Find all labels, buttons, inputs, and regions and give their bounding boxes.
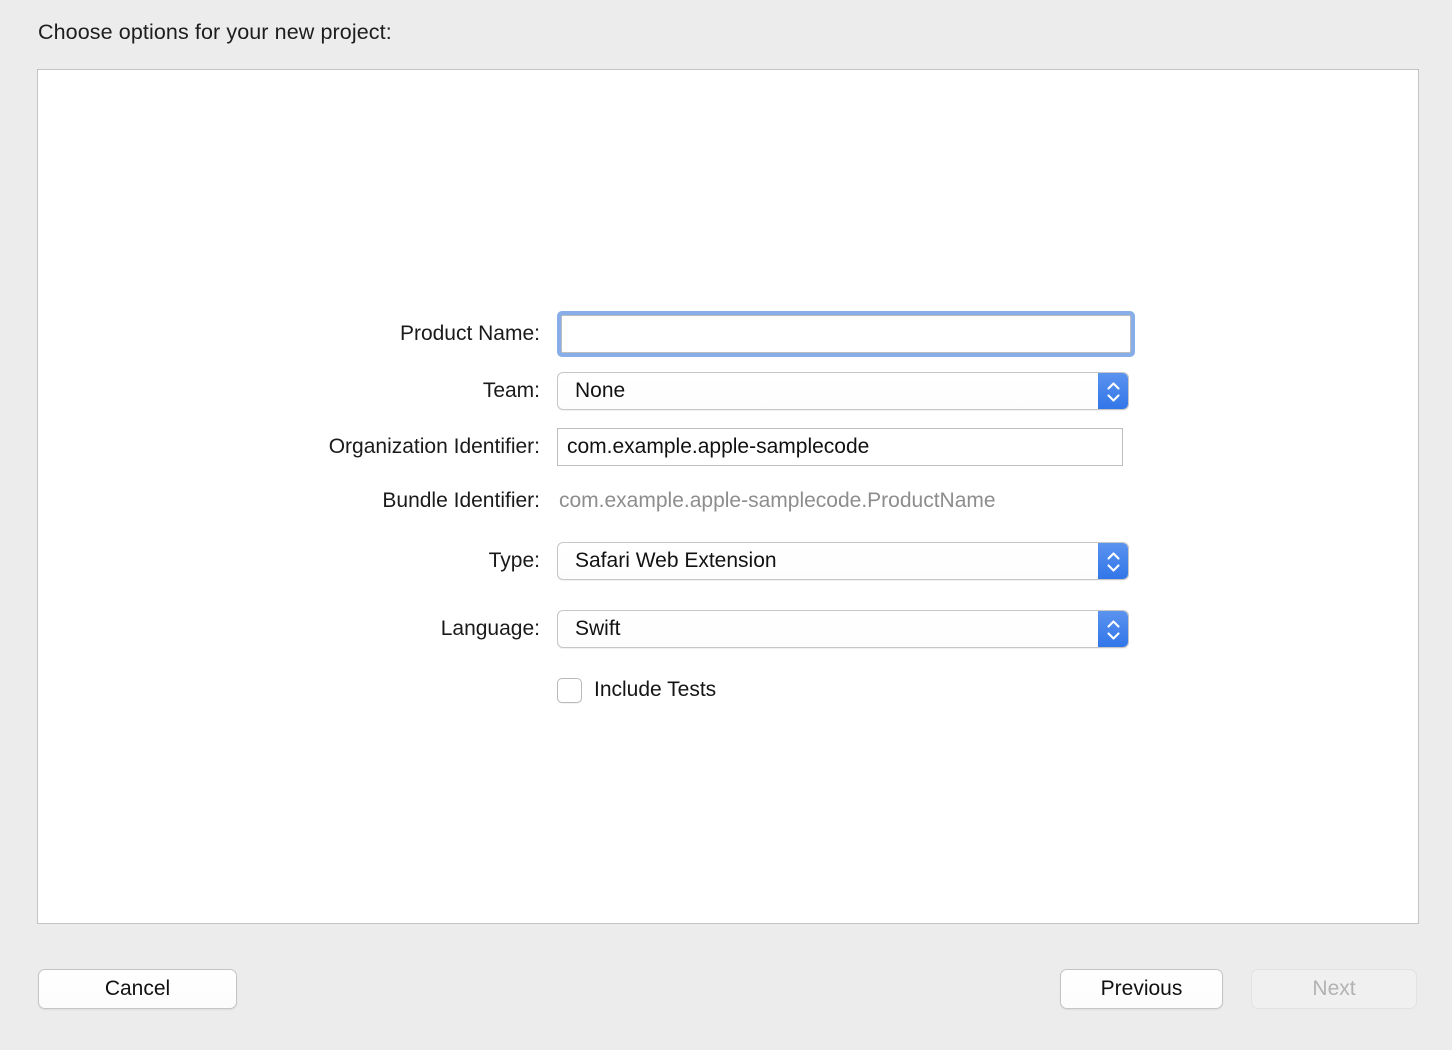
language-select-value: Swift [575, 617, 621, 641]
project-options-form: Product Name: Team: None [38, 70, 1420, 925]
cancel-button[interactable]: Cancel [38, 969, 237, 1009]
include-tests-control[interactable]: Include Tests [557, 678, 716, 703]
form-row-type: Type: Safari Web Extension [38, 538, 1420, 584]
chevron-up-down-icon[interactable] [1098, 611, 1128, 648]
bundle-identifier-value: com.example.apple-samplecode.ProductName [557, 489, 996, 513]
team-select[interactable]: None [557, 372, 1129, 410]
organization-identifier-value: com.example.apple-samplecode [567, 435, 869, 459]
form-row-include-tests: Include Tests [38, 674, 1420, 706]
product-name-input[interactable] [561, 315, 1131, 353]
form-row-product-name: Product Name: [38, 307, 1420, 361]
field-bundle-identifier: com.example.apple-samplecode.ProductName [557, 489, 996, 513]
field-type: Safari Web Extension [557, 542, 1129, 580]
chevron-up-down-icon[interactable] [1098, 373, 1128, 410]
language-select[interactable]: Swift [557, 610, 1129, 648]
type-select-value: Safari Web Extension [575, 549, 777, 573]
chevron-up-down-icon[interactable] [1098, 543, 1128, 580]
field-team: None [557, 372, 1129, 410]
type-select[interactable]: Safari Web Extension [557, 542, 1129, 580]
options-panel: Product Name: Team: None [37, 69, 1419, 924]
form-row-bundle-identifier: Bundle Identifier: com.example.apple-sam… [38, 482, 1420, 520]
organization-identifier-input[interactable]: com.example.apple-samplecode [557, 428, 1123, 466]
label-language: Language: [38, 617, 557, 641]
label-product-name: Product Name: [38, 322, 557, 346]
form-row-language: Language: Swift [38, 606, 1420, 652]
previous-button[interactable]: Previous [1060, 969, 1223, 1009]
product-name-focus-ring [557, 311, 1135, 357]
field-include-tests: Include Tests [557, 678, 716, 703]
label-team: Team: [38, 379, 557, 403]
include-tests-label: Include Tests [594, 678, 716, 702]
label-bundle-identifier: Bundle Identifier: [38, 489, 557, 513]
page-title: Choose options for your new project: [38, 20, 392, 45]
label-organization-identifier: Organization Identifier: [38, 435, 557, 459]
field-product-name [557, 311, 1135, 357]
team-select-value: None [575, 379, 625, 403]
label-type: Type: [38, 549, 557, 573]
next-button: Next [1251, 969, 1417, 1009]
field-organization-identifier: com.example.apple-samplecode [557, 428, 1123, 466]
field-language: Swift [557, 610, 1129, 648]
form-row-organization-identifier: Organization Identifier: com.example.app… [38, 426, 1420, 468]
include-tests-checkbox[interactable] [557, 678, 582, 703]
form-row-team: Team: None [38, 368, 1420, 414]
new-project-options-dialog: Choose options for your new project: Pro… [0, 0, 1452, 1050]
